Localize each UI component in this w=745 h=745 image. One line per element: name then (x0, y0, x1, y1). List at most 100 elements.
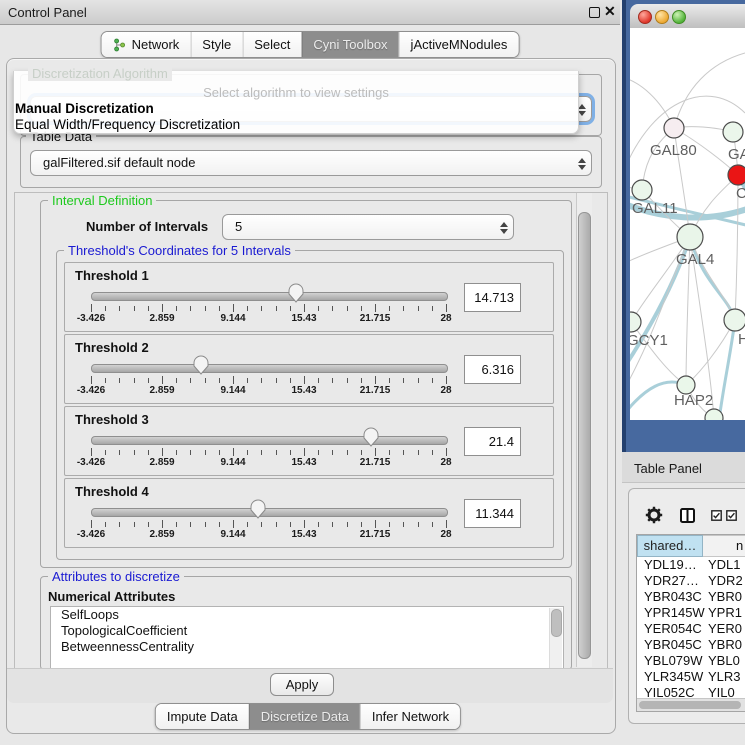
slider-track[interactable] (91, 436, 448, 445)
zoom-traffic-light-icon[interactable] (672, 10, 686, 24)
network-node[interactable] (728, 165, 745, 185)
algorithm-popup-options: Manual DiscretizationEqual Width/Frequen… (15, 101, 578, 133)
tick-mark (247, 306, 248, 311)
tab-select[interactable]: Select (242, 32, 301, 57)
table-row[interactable]: YBL079WYBL0 (637, 653, 745, 669)
slider-thumb[interactable] (363, 427, 379, 447)
threshold-value-field[interactable]: 21.4 (464, 427, 521, 456)
minimize-traffic-light-icon[interactable] (655, 10, 669, 24)
tick-mark (332, 378, 333, 383)
tick-mark (389, 522, 390, 527)
network-node[interactable] (664, 118, 684, 138)
tick-mark (403, 522, 404, 527)
tick-mark (418, 378, 419, 383)
table-row[interactable]: YDL19…YDL1 (637, 557, 745, 573)
algorithm-option[interactable]: Equal Width/Frequency Discretization (15, 117, 578, 133)
tab-label: Network (132, 37, 180, 52)
table-row[interactable]: YER054CYER0 (637, 621, 745, 637)
network-edge[interactable] (674, 53, 745, 128)
network-node[interactable] (632, 180, 652, 200)
tick-mark (148, 378, 149, 383)
network-view-canvas[interactable]: GAL80GACGAL11GAL4GCY1HHAP2 (630, 28, 745, 420)
tick-mark (119, 450, 120, 455)
tick-mark (190, 306, 191, 311)
checkbox-icon[interactable] (711, 510, 722, 521)
float-window-icon[interactable] (589, 7, 600, 18)
tick-mark (276, 378, 277, 383)
slider-track[interactable] (91, 364, 448, 373)
vertical-scrollbar-thumb[interactable] (578, 212, 591, 659)
network-node[interactable] (677, 224, 703, 250)
tab-cyni-toolbox[interactable]: Cyni Toolbox (301, 32, 398, 57)
tick-mark (233, 376, 234, 384)
tick-label: 21.715 (345, 385, 405, 396)
tick-mark (290, 378, 291, 383)
tick-mark (219, 378, 220, 383)
attribute-item[interactable]: BetweennessCentrality (51, 639, 563, 655)
tick-mark (432, 378, 433, 383)
table-row[interactable]: YBR045CYBR0 (637, 637, 745, 653)
attribute-item[interactable]: TopologicalCoefficient (51, 623, 563, 639)
horizontal-scrollbar-thumb[interactable] (639, 701, 741, 709)
table-row[interactable]: YPR145WYPR1 (637, 605, 745, 621)
tab-label: Cyni Toolbox (313, 37, 387, 52)
tab-impute-data[interactable]: Impute Data (156, 704, 249, 729)
network-node[interactable] (723, 122, 743, 142)
columns-icon[interactable] (680, 508, 695, 523)
tick-mark (219, 450, 220, 455)
network-node-label: GAL11 (632, 200, 678, 217)
discretization-algorithm-title: Discretization Algorithm (28, 67, 172, 81)
tick-mark (375, 376, 376, 384)
threshold-value-field[interactable]: 11.344 (464, 499, 521, 528)
tab-jactivemnodules[interactable]: jActiveMNodules (399, 32, 519, 57)
network-node[interactable] (630, 312, 641, 332)
tick-mark (403, 450, 404, 455)
control-panel-title: Control Panel (8, 5, 87, 20)
table-row[interactable]: YBR043CYBR0 (637, 589, 745, 605)
apply-button[interactable]: Apply (270, 673, 334, 696)
column-header-shared-name[interactable]: shared… (637, 535, 703, 557)
column-header-name[interactable]: n (703, 535, 745, 557)
list-scrollbar-track[interactable] (549, 608, 562, 668)
close-traffic-light-icon[interactable] (638, 10, 652, 24)
threshold-value-field[interactable]: 14.713 (464, 283, 521, 312)
threshold-value-field[interactable]: 6.316 (464, 355, 521, 384)
tab-network[interactable]: Network (102, 32, 191, 57)
slider-track[interactable] (91, 508, 448, 517)
table-data-combobox[interactable]: galFiltered.sif default node (30, 150, 592, 176)
tab-infer-network[interactable]: Infer Network (360, 704, 460, 729)
table-cell-shared-name: YER054C (637, 621, 703, 637)
table-row[interactable]: YLR345WYLR3 (637, 669, 745, 685)
threshold-panel: Threshold 1-3.4262.8599.14415.4321.71528… (64, 262, 554, 332)
close-icon[interactable]: ✕ (604, 3, 616, 20)
table-cell-name: YDR2 (703, 573, 745, 589)
num-intervals-spinner[interactable]: 5 (222, 214, 514, 240)
tab-label: Impute Data (167, 709, 238, 724)
tick-mark (105, 306, 106, 311)
tick-mark (403, 306, 404, 311)
network-edge[interactable] (686, 320, 735, 385)
list-scrollbar-thumb[interactable] (551, 609, 562, 637)
attribute-item[interactable]: SelfLoops (51, 607, 563, 623)
tick-label: 15.43 (274, 529, 334, 540)
slider-thumb[interactable] (250, 499, 266, 519)
tick-mark (446, 520, 447, 528)
slider-thumb[interactable] (193, 355, 209, 375)
table-row[interactable]: YDR27…YDR2 (637, 573, 745, 589)
tick-label: 2.859 (132, 313, 192, 324)
network-edge-thick[interactable] (690, 237, 735, 320)
horizontal-scrollbar-track[interactable] (637, 698, 745, 711)
tick-mark (176, 450, 177, 455)
tab-discretize-data[interactable]: Discretize Data (249, 704, 360, 729)
network-node[interactable] (724, 309, 745, 331)
slider-track[interactable] (91, 292, 448, 301)
slider-thumb[interactable] (288, 283, 304, 303)
tab-style[interactable]: Style (190, 32, 242, 57)
gear-icon[interactable] (645, 506, 663, 524)
tick-mark (233, 520, 234, 528)
checkbox-icon[interactable] (726, 510, 737, 521)
algorithm-popup-hint: Select algorithm to view settings (14, 85, 578, 100)
numerical-attributes-list[interactable]: SelfLoopsTopologicalCoefficientBetweenne… (50, 606, 564, 670)
algorithm-option[interactable]: Manual Discretization (15, 101, 578, 117)
tick-mark (190, 450, 191, 455)
